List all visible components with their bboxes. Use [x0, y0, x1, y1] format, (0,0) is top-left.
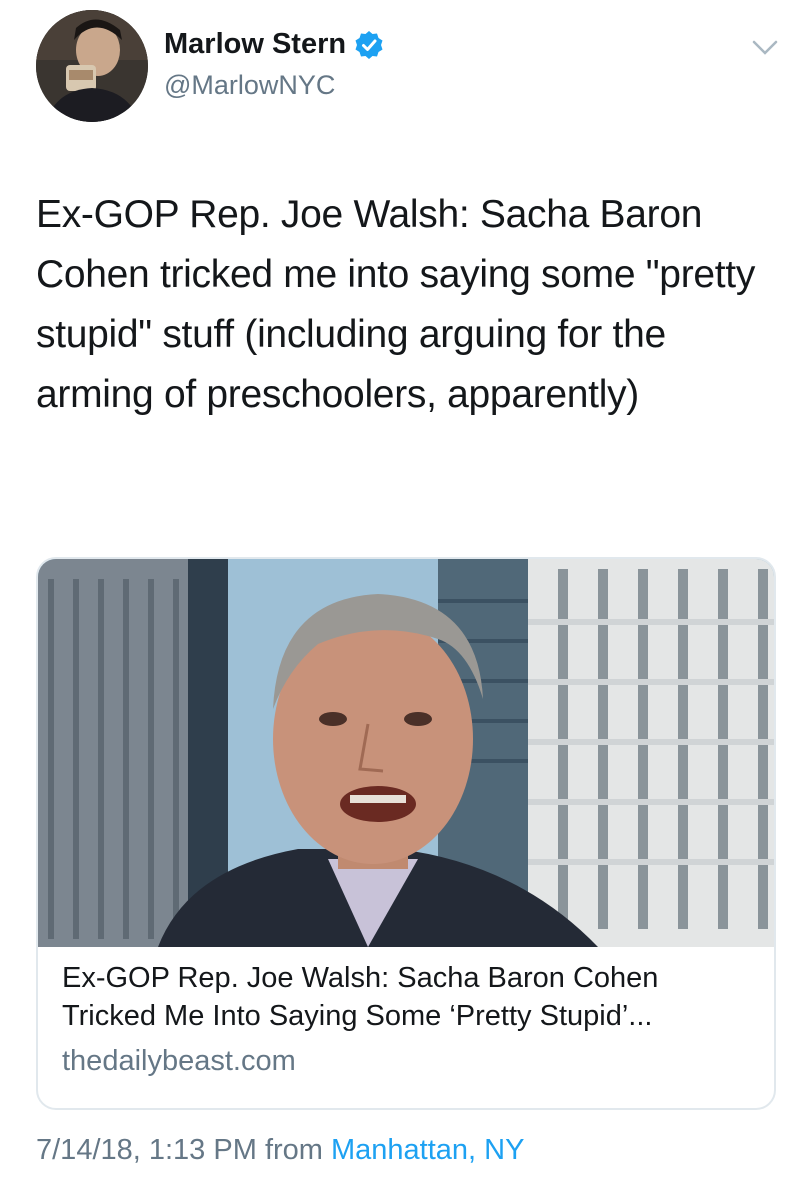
- card-title[interactable]: Ex-GOP Rep. Joe Walsh: Sacha Baron Cohen…: [62, 959, 752, 1035]
- author-avatar[interactable]: [36, 10, 148, 122]
- author-handle[interactable]: @MarlowNYC: [164, 70, 335, 101]
- tweet-timestamp[interactable]: 7/14/18, 1:13 PM: [36, 1134, 257, 1166]
- from-label: from: [264, 1134, 323, 1166]
- verified-badge-icon: [354, 30, 384, 60]
- tweet-meta: 7/14/18, 1:13 PM from Manhattan, NY: [36, 1134, 524, 1167]
- tweet-text: Ex-GOP Rep. Joe Walsh: Sacha Baron Cohen…: [36, 193, 756, 416]
- author-name[interactable]: Marlow Stern: [164, 28, 384, 61]
- link-card[interactable]: Ex-GOP Rep. Joe Walsh: Sacha Baron Cohen…: [36, 557, 776, 1110]
- author-name-text[interactable]: Marlow Stern: [164, 28, 346, 61]
- chevron-down-icon[interactable]: [752, 40, 778, 56]
- card-domain[interactable]: thedailybeast.com: [62, 1045, 296, 1078]
- card-thumbnail-image[interactable]: [38, 559, 774, 947]
- tweet-location-link[interactable]: Manhattan, NY: [331, 1134, 524, 1166]
